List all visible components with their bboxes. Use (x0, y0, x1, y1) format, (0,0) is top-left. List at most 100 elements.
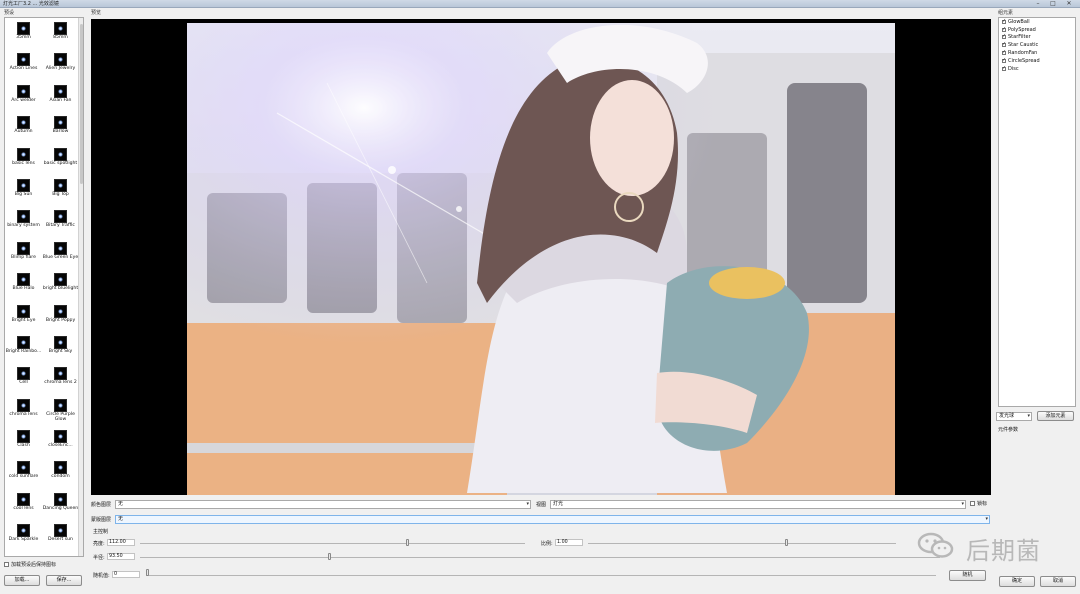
preset-item[interactable]: Circle Purple Glow (42, 395, 79, 426)
preset-item[interactable]: Cell (5, 363, 42, 394)
maximize-button[interactable]: □ (1047, 0, 1059, 7)
preset-item[interactable]: basic lens (5, 144, 42, 175)
preset-item[interactable]: chroma lens (5, 395, 42, 426)
preset-item[interactable]: Clash (5, 426, 42, 457)
scale-slider-track[interactable] (588, 543, 896, 544)
layer-list[interactable]: GlowBallPolySpreadStarFilterStar Caustic… (998, 17, 1076, 407)
preset-label: Desert sun (48, 537, 73, 543)
radius-slider-knob[interactable] (328, 553, 331, 560)
layer-checkbox[interactable] (1002, 65, 1006, 71)
preset-item[interactable]: Dark Sparkle (5, 520, 42, 551)
keep-preset-checkbox[interactable] (4, 562, 9, 567)
preset-item[interactable]: Blimp flare (5, 238, 42, 269)
preset-item[interactable]: Dancing Queen (42, 489, 79, 520)
layer-checkbox[interactable] (1002, 57, 1006, 63)
preset-label: 35mm (16, 35, 31, 40)
layer-checkbox[interactable] (1002, 41, 1006, 48)
preview-canvas[interactable] (91, 19, 991, 495)
preset-item[interactable]: Bitary Traffic (42, 206, 79, 237)
element-type-select[interactable]: 发光球 ▾ (996, 412, 1032, 421)
scale-slider-knob[interactable] (785, 539, 789, 546)
preset-item[interactable]: Bright Sky (42, 332, 79, 363)
preset-item[interactable]: Asian Fan (42, 81, 79, 112)
preset-label: chroma lens (9, 411, 38, 417)
preset-thumbnail (54, 210, 67, 224)
preset-item[interactable]: closeEnc... (42, 426, 79, 457)
brightness-slider-knob[interactable] (405, 539, 409, 546)
preset-item[interactable]: cool lens (5, 489, 42, 520)
layer-item[interactable]: Disc (999, 65, 1075, 73)
layer-checkbox[interactable] (1002, 33, 1006, 40)
view-select[interactable]: 灯光 ▾ (550, 500, 966, 509)
preset-thumbnail (54, 367, 67, 381)
watermark-text: 后期菌 (966, 537, 1041, 565)
random-slider-track[interactable] (146, 575, 936, 576)
layer-checkbox[interactable] (1002, 49, 1006, 56)
preset-item[interactable]: Blue Green Eye (42, 238, 79, 269)
preset-item[interactable]: basic spotlight (42, 144, 79, 175)
preset-item[interactable]: Blue Halo (5, 269, 42, 300)
preset-list[interactable]: 35mm 85mm Action Lines Alien Jewelry Arc wel… (4, 17, 84, 557)
preset-thumbnail (17, 53, 30, 67)
preset-item[interactable]: Bright Rainbo... (5, 332, 42, 363)
preset-label: Blue Green Eye (42, 254, 79, 260)
save-button[interactable]: 保存... (46, 575, 82, 586)
load-button[interactable]: 加载... (4, 575, 40, 586)
presets-section-label: 预设 (4, 10, 15, 16)
scale-input[interactable]: 1.00 (555, 539, 583, 546)
preset-item[interactable]: Desert sun (42, 520, 79, 551)
keep-preset-option[interactable]: 加载预设后保持图标 (4, 561, 56, 568)
brightness-input[interactable]: 112.00 (107, 539, 135, 546)
preset-thumbnail (17, 367, 30, 381)
wechat-icon (917, 532, 954, 558)
view-value: 灯光 (553, 501, 564, 507)
preset-scrollbar-thumb[interactable] (80, 24, 83, 184)
preset-item[interactable]: Action Lines (5, 49, 42, 80)
cancel-button[interactable]: 取消 (1040, 576, 1076, 587)
ok-button[interactable]: 确定 (999, 576, 1035, 587)
preset-item[interactable]: Arc welder (5, 81, 42, 112)
lock-option[interactable]: 锁标 (970, 500, 987, 507)
minimize-button[interactable]: – (1032, 0, 1044, 7)
preset-label: 85mm (53, 35, 68, 40)
wedding-photo-image (187, 23, 895, 495)
preset-item[interactable]: 85mm (42, 18, 79, 49)
preset-item[interactable]: Big Top (42, 175, 79, 206)
layer-item[interactable]: GlowBall (999, 18, 1075, 26)
preset-item[interactable]: Alien Jewelry (42, 49, 79, 80)
random-button[interactable]: 随机 (949, 570, 986, 581)
preset-item[interactable]: Bright Eye (5, 301, 42, 332)
layer-item[interactable]: RandomFan (999, 49, 1075, 57)
layer-item[interactable]: StarFilter (999, 33, 1075, 42)
preset-item[interactable]: Barlow (42, 112, 79, 143)
mask-layer-select[interactable]: 无 ▾ (115, 515, 990, 524)
random-slider-knob[interactable] (146, 569, 149, 576)
radius-slider-track[interactable] (140, 557, 940, 558)
layer-item[interactable]: Star Caustic (999, 41, 1075, 49)
random-value-input[interactable]: 0 (112, 571, 140, 578)
preset-item[interactable]: Autumn (5, 112, 42, 143)
close-button[interactable]: ✕ (1063, 0, 1075, 7)
layer-checkbox[interactable] (1002, 18, 1006, 24)
preset-scrollbar[interactable] (78, 18, 83, 556)
preset-item[interactable]: bright bluelight (42, 269, 79, 300)
preset-item[interactable]: chroma lens 2 (42, 363, 79, 394)
preset-item[interactable]: cold sunflare (5, 457, 42, 488)
element-type-value: 发光球 (999, 413, 1015, 419)
preset-item[interactable]: binary system (5, 206, 42, 237)
color-layer-select[interactable]: 无 ▾ (115, 500, 531, 509)
layer-checkbox[interactable] (1002, 26, 1006, 32)
layer-item[interactable]: PolySpread (999, 26, 1075, 34)
brightness-slider-track[interactable] (140, 543, 525, 544)
radius-input[interactable]: 93.50 (107, 553, 135, 560)
lock-checkbox[interactable] (970, 501, 975, 506)
preset-item[interactable]: 35mm (5, 18, 42, 49)
layer-label: PolySpread (1008, 26, 1036, 33)
preset-item[interactable]: condom (42, 457, 79, 488)
preset-thumbnail (54, 461, 67, 475)
preset-item[interactable]: Big Sun (5, 175, 42, 206)
preset-item[interactable]: Bright Poppy (42, 301, 79, 332)
add-element-button[interactable]: 添加元素 (1037, 411, 1074, 421)
preset-label: Circle Purple Glow (46, 411, 75, 422)
layer-item[interactable]: CircleSpread (999, 57, 1075, 65)
